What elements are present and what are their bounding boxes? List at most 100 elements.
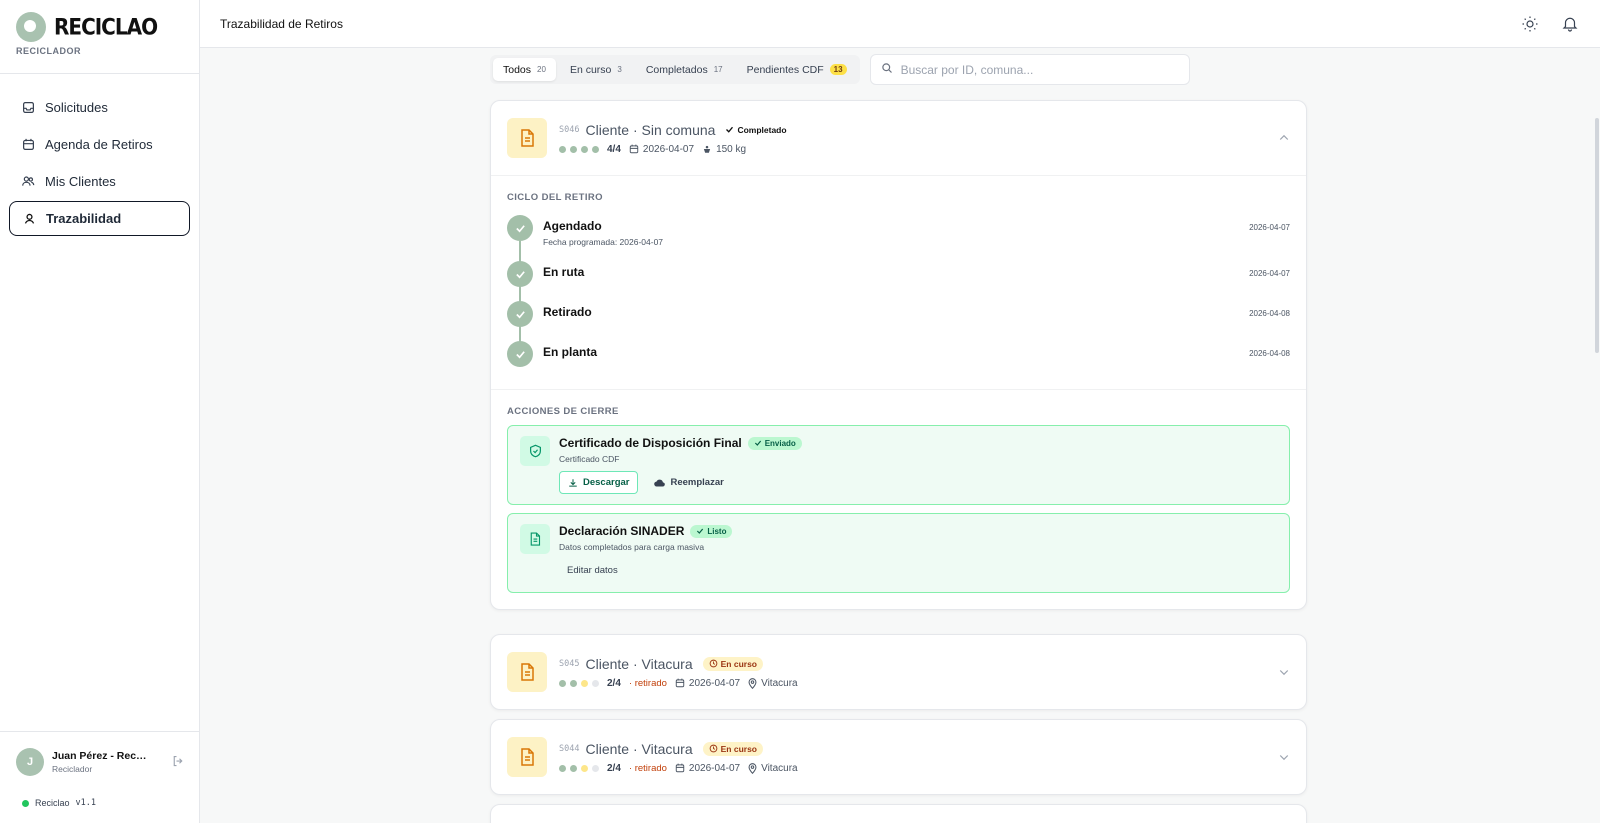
search-placeholder: Buscar por ID, comuna... <box>900 62 1034 77</box>
timeline-step: Retirado 2026-04-08 <box>507 301 1290 341</box>
map-pin-icon <box>748 762 757 774</box>
page-title: Trazabilidad de Retiros <box>220 16 343 31</box>
check-circle-icon <box>507 301 533 327</box>
badge-label: Enviado <box>764 438 796 448</box>
scrollbar[interactable] <box>1588 48 1600 823</box>
sidebar-item-solicitudes[interactable]: Solicitudes <box>9 90 190 125</box>
tab-count: 20 <box>537 65 546 74</box>
retiro-id: S045 <box>559 658 580 669</box>
stage-label: · retirado <box>628 677 667 689</box>
file-text-icon <box>520 524 550 554</box>
retiro-card-expanded: S046 Cliente · Sin comuna Completado 4/4… <box>490 100 1307 610</box>
step-date: 2026-04-07 <box>1249 269 1290 278</box>
tab-todos[interactable]: Todos 20 <box>493 58 556 81</box>
tab-count: 3 <box>617 65 622 74</box>
edit-data-button[interactable]: Editar datos <box>559 559 626 582</box>
search-input[interactable]: Buscar por ID, comuna... <box>869 54 1190 85</box>
tab-label: Todos <box>503 63 532 76</box>
tab-completados[interactable]: Completados 17 <box>636 58 733 81</box>
step-date: 2026-04-08 <box>1249 309 1290 318</box>
location-user-icon <box>22 212 36 226</box>
calendar-icon <box>675 763 685 773</box>
date-meta: 2026-04-07 <box>675 678 740 689</box>
user-role: Reciclador <box>52 764 93 774</box>
sidebar-item-label: Solicitudes <box>45 100 108 115</box>
brand-role: RECICLADOR <box>16 46 81 56</box>
bell-icon[interactable] <box>1560 14 1580 34</box>
download-button[interactable]: Descargar <box>559 471 639 494</box>
search-icon <box>881 62 893 77</box>
action-subtitle: Datos completados para carga masiva <box>559 542 705 552</box>
step-title: Agendado <box>543 219 602 233</box>
weight-value: 150 kg <box>716 143 747 155</box>
place-meta: Vitacura <box>748 763 798 774</box>
timeline-step: En planta 2026-04-08 <box>507 341 1290 375</box>
retiro-card[interactable]: S044 Cliente · Vitacura En curso 2/4 · r… <box>490 719 1307 795</box>
status-badge: Completado <box>725 124 787 135</box>
topbar: Trazabilidad de Retiros <box>200 0 1600 48</box>
cycle-section: CICLO DEL RETIRO Agendado Fecha programa… <box>491 175 1306 375</box>
place-meta: Vitacura <box>748 678 798 689</box>
sidebar-item-clientes[interactable]: Mis Clientes <box>9 164 190 199</box>
retiro-card[interactable]: S045 Cliente · Vitacura En curso 2/4 · r… <box>490 634 1307 710</box>
app-name: Reciclao <box>35 798 70 808</box>
document-icon <box>507 652 547 692</box>
logout-icon[interactable] <box>172 755 184 770</box>
step-title: En ruta <box>543 265 585 279</box>
tab-label: Completados <box>645 63 708 76</box>
tab-count: 17 <box>713 65 723 74</box>
action-title: Certificado de Disposición Final <box>559 436 742 450</box>
card-title: Cliente · Sin comuna <box>585 121 716 138</box>
place-value: Vitacura <box>761 762 798 774</box>
tab-label: Pendientes CDF <box>746 63 824 76</box>
sidebar-item-trazabilidad[interactable]: Trazabilidad <box>9 201 190 236</box>
check-icon <box>697 528 704 534</box>
user-name: Juan Pérez - Recicl... <box>52 750 147 762</box>
tab-en-curso[interactable]: En curso 3 <box>560 58 632 81</box>
check-circle-icon <box>507 261 533 287</box>
progress-dots <box>559 679 599 687</box>
filter-bar: Todos 20 En curso 3 Completados 17 Pendi… <box>490 54 1190 85</box>
retiro-card-partial[interactable] <box>490 804 1307 823</box>
sidebar-item-agenda[interactable]: Agenda de Retiros <box>9 127 190 162</box>
date-meta: 2026-04-07 <box>675 763 740 774</box>
button-label: Descargar <box>583 477 630 488</box>
sidebar: RECICLAO RECICLADOR Solicitudes Agenda d… <box>0 0 200 823</box>
card-header[interactable]: S045 Cliente · Vitacura En curso 2/4 · r… <box>491 635 1306 709</box>
status-label: Completado <box>737 124 787 135</box>
cloud-upload-icon <box>654 479 666 486</box>
chevron-down-icon[interactable] <box>1278 665 1290 683</box>
progress-count: 4/4 <box>607 143 621 155</box>
chevron-down-icon[interactable] <box>1278 750 1290 768</box>
progress-count: 2/4 <box>607 677 621 689</box>
shield-check-icon <box>520 436 550 466</box>
logo-icon <box>16 12 46 42</box>
date-value: 2026-04-07 <box>642 143 695 155</box>
status-badge: Listo <box>690 524 733 538</box>
scrollbar-thumb[interactable] <box>1595 118 1599 353</box>
weight-icon <box>703 145 711 153</box>
theme-toggle-sun-icon[interactable] <box>1520 14 1540 34</box>
timeline-step: En ruta 2026-04-07 <box>507 261 1290 301</box>
calendar-icon <box>629 144 639 154</box>
main-content: Todos 20 En curso 3 Completados 17 Pendi… <box>200 48 1588 823</box>
section-label: ACCIONES DE CIERRE <box>507 406 619 417</box>
brand: RECICLAO RECICLADOR <box>0 0 199 74</box>
date-meta: 2026-04-07 <box>629 144 694 155</box>
tab-label: En curso <box>569 63 612 76</box>
tab-count-badge: 13 <box>829 64 847 75</box>
chevron-up-icon[interactable] <box>1278 131 1290 149</box>
progress-count: 2/4 <box>607 762 621 774</box>
step-subtitle: Fecha programada: 2026-04-07 <box>543 237 664 247</box>
tab-pendientes-cdf[interactable]: Pendientes CDF 13 <box>737 58 857 81</box>
card-header[interactable]: S046 Cliente · Sin comuna Completado 4/4… <box>491 101 1306 175</box>
replace-button[interactable]: Reemplazar <box>648 471 729 494</box>
avatar[interactable]: J <box>16 748 44 776</box>
clock-icon <box>709 744 717 753</box>
card-header[interactable]: S044 Cliente · Vitacura En curso 2/4 · r… <box>491 720 1306 794</box>
status-badge: En curso <box>702 741 763 756</box>
sinader-declaration-card: Declaración SINADER Listo Datos completa… <box>507 513 1290 593</box>
weight-meta: 150 kg <box>702 144 746 155</box>
calendar-icon <box>675 678 685 688</box>
retiro-id: S046 <box>559 124 580 135</box>
